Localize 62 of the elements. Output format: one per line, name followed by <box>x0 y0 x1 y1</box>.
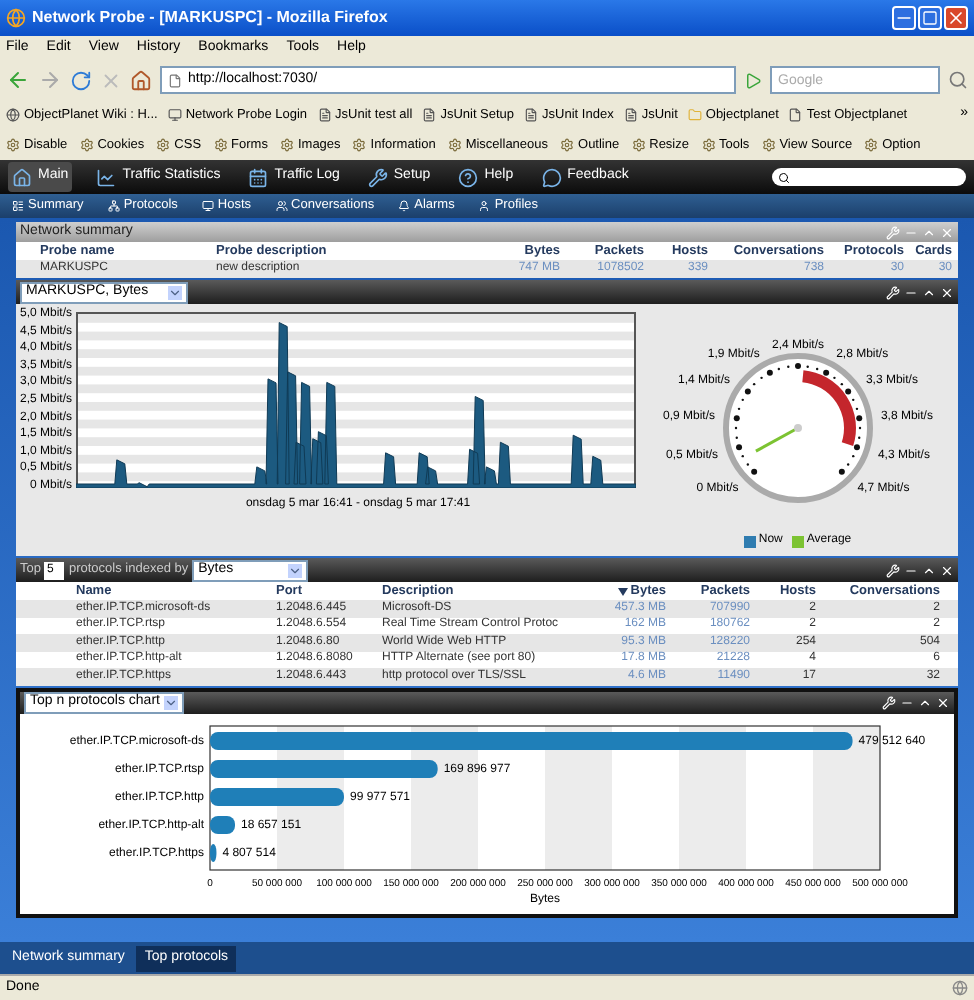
browser-icon <box>6 8 26 28</box>
gear-icon <box>352 138 367 152</box>
page-icon <box>788 108 803 122</box>
gear-icon <box>6 138 20 152</box>
go-icon[interactable] <box>744 71 762 89</box>
collapse-icon[interactable] <box>922 563 936 577</box>
settings-icon[interactable] <box>886 285 900 299</box>
reload-icon[interactable] <box>70 69 92 91</box>
bar <box>210 787 344 805</box>
gear-icon <box>79 138 94 152</box>
profiles-icon <box>478 200 491 212</box>
search-icon[interactable] <box>948 70 968 90</box>
summary-icon <box>12 200 24 212</box>
gear-icon <box>864 138 879 152</box>
close-icon[interactable] <box>940 563 954 577</box>
bar <box>210 843 217 861</box>
gear-icon <box>701 138 715 152</box>
gear-icon <box>213 138 228 152</box>
search-field[interactable] <box>772 168 966 186</box>
page-icon <box>524 108 539 122</box>
collapse-icon[interactable] <box>922 285 936 299</box>
home-icon[interactable] <box>130 69 152 91</box>
close-icon[interactable] <box>936 695 950 709</box>
search-icon <box>778 171 790 183</box>
page-icon <box>168 73 182 87</box>
back-icon[interactable] <box>6 68 30 92</box>
gear-icon <box>761 138 776 152</box>
conversations-icon <box>275 200 288 212</box>
collapse-icon[interactable] <box>918 695 932 709</box>
hosts-icon <box>201 200 214 212</box>
sort-icon <box>618 587 629 595</box>
globe-icon <box>6 108 20 122</box>
calendar-icon <box>248 167 269 187</box>
wrench-icon <box>367 167 388 187</box>
help-icon <box>458 167 479 187</box>
dropdown-arrow-icon <box>164 695 178 709</box>
close-icon[interactable] <box>940 285 954 299</box>
bar <box>210 815 235 833</box>
dropdown-arrow-icon <box>168 285 182 299</box>
gear-icon <box>631 138 646 152</box>
gear-icon <box>156 138 171 152</box>
feedback-icon <box>541 167 562 187</box>
gear-icon <box>447 138 462 152</box>
minimize-icon[interactable] <box>892 6 916 30</box>
page-icon <box>317 108 332 122</box>
dropdown-arrow-icon <box>288 563 303 577</box>
status-icon <box>952 980 968 996</box>
chart-icon <box>96 167 117 187</box>
page-icon <box>623 108 638 122</box>
gear-icon <box>560 138 575 152</box>
settings-icon[interactable] <box>886 563 900 577</box>
protocols-icon <box>107 200 120 212</box>
folder-icon <box>687 108 702 122</box>
gear-icon <box>279 138 294 152</box>
settings-icon[interactable] <box>882 695 896 709</box>
gauge-warning-zone <box>801 370 856 446</box>
alarms-icon <box>398 200 411 212</box>
window-title: Network Probe - [MARKUSPC] - Mozilla Firefox <box>32 6 388 30</box>
monitor-icon <box>167 108 182 122</box>
home-icon <box>12 167 32 187</box>
maximize-icon[interactable] <box>918 6 942 30</box>
page-icon <box>422 108 437 122</box>
